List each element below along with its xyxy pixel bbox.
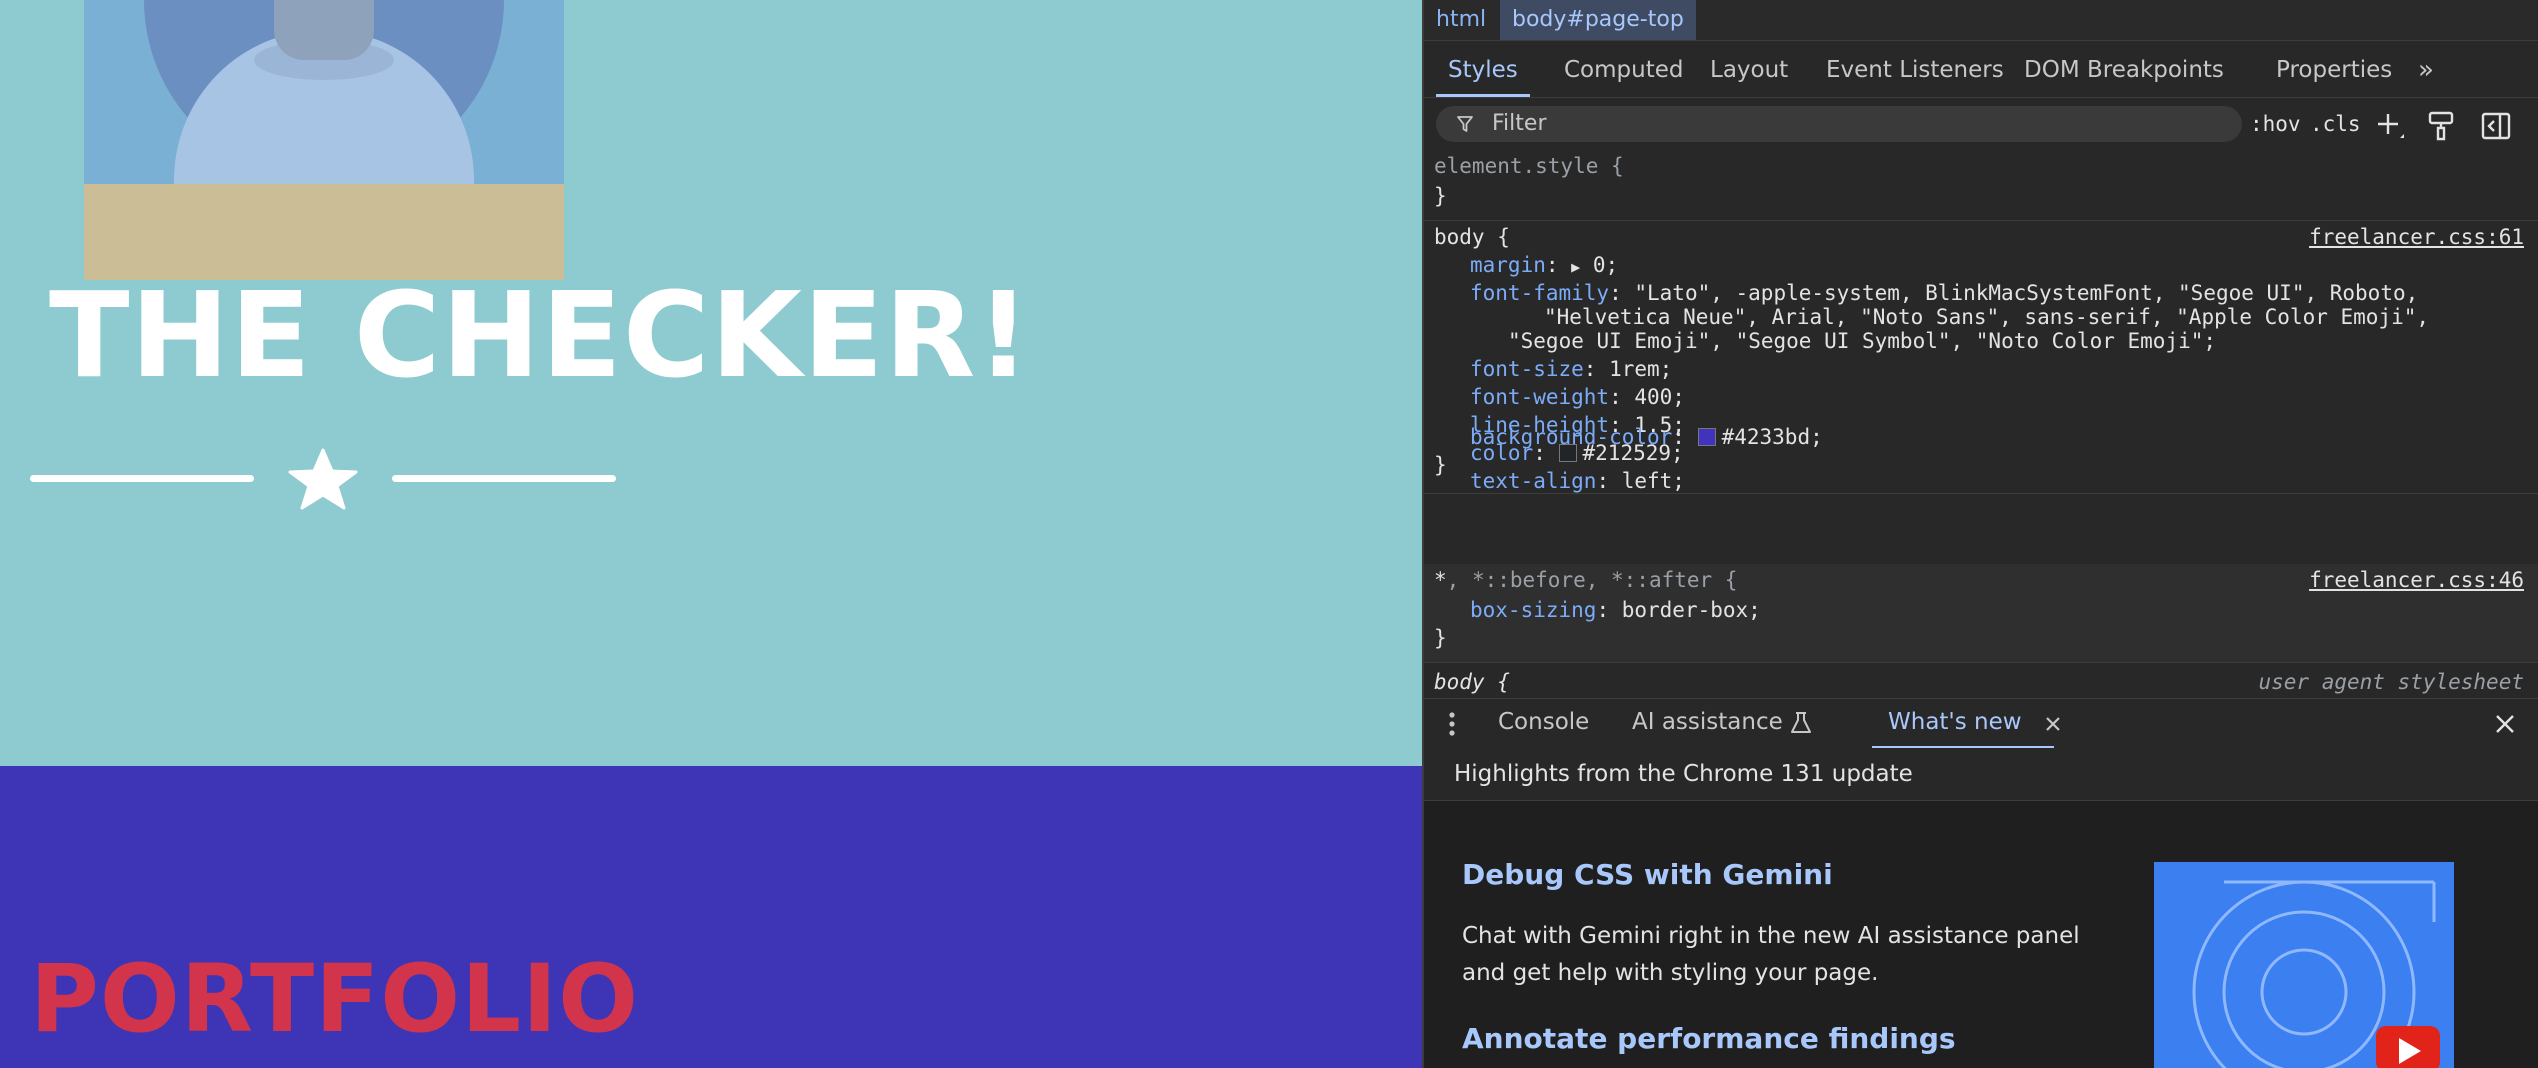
portfolio-title: PORTFOLIO	[30, 945, 639, 1054]
feature-heading[interactable]: Debug CSS with Gemini	[1462, 858, 1833, 891]
property-value-cont: "Segoe UI Emoji", "Segoe UI Symbol", "No…	[1508, 329, 2217, 353]
property-value[interactable]: left;	[1622, 469, 1685, 493]
divider-line-left	[30, 475, 254, 482]
tab-computed[interactable]: Computed	[1552, 45, 1695, 97]
styles-toolbar: Filter :hov .cls	[1424, 98, 2538, 150]
rule-close-brace: }	[1434, 626, 1447, 650]
universal-rule[interactable]: *, *::before, *::after { freelancer.css:…	[1424, 564, 2538, 663]
property-name[interactable]: font-weight	[1470, 385, 1609, 409]
portfolio-section: PORTFOLIO	[0, 766, 1422, 1068]
star-icon	[288, 448, 358, 510]
rule-close-brace: }	[1434, 184, 1447, 208]
whats-new-header: Highlights from the Chrome 131 update	[1424, 748, 2538, 801]
tab-whats-new[interactable]: What's new	[1872, 699, 2054, 749]
rule-selector: *	[1434, 568, 1447, 592]
rule-close-brace: }	[1434, 453, 1447, 477]
whats-new-panel: Highlights from the Chrome 131 update De…	[1424, 748, 2538, 1068]
more-vertical-icon[interactable]	[1448, 711, 1456, 737]
property-name[interactable]: margin	[1470, 253, 1546, 277]
paint-brush-icon[interactable]	[2426, 108, 2456, 144]
property-value[interactable]: border-box;	[1622, 598, 1761, 622]
cls-button[interactable]: .cls	[2310, 106, 2361, 142]
property-name[interactable]: box-sizing	[1470, 598, 1596, 622]
rule-source: user agent stylesheet	[2258, 670, 2524, 694]
ua-body-rule[interactable]: body { user agent stylesheet	[1424, 662, 2538, 698]
flask-icon	[1791, 712, 1811, 733]
chevron-double-right-icon[interactable]: »	[2418, 45, 2434, 97]
triangle-right-icon[interactable]: ▶	[1571, 258, 1580, 276]
page-viewport: I THE CHECKER! PORTFOLIO	[0, 0, 1422, 1068]
avatar-image	[84, 0, 564, 280]
hov-button[interactable]: :hov	[2250, 106, 2301, 142]
breadcrumb-body[interactable]: body#page-top	[1500, 0, 1696, 40]
close-drawer-icon[interactable]	[2494, 713, 2516, 735]
feature-heading[interactable]: Annotate performance findings	[1462, 1022, 1956, 1055]
property-name[interactable]: background-color	[1470, 425, 1672, 449]
tab-ai-assistance[interactable]: AI assistance	[1632, 699, 1783, 749]
filter-input[interactable]: Filter	[1436, 106, 2242, 142]
breadcrumb-html[interactable]: html	[1424, 0, 1498, 40]
breadcrumb: html body#page-top	[1424, 0, 2538, 41]
tab-properties[interactable]: Properties	[2264, 45, 2404, 97]
rule-source-link[interactable]: freelancer.css:61	[2309, 223, 2524, 251]
tab-layout[interactable]: Layout	[1698, 45, 1800, 97]
property-name[interactable]: font-family	[1470, 281, 1609, 305]
whats-new-header-text: Highlights from the Chrome 131 update	[1454, 761, 1913, 787]
property-value[interactable]: 1rem;	[1609, 357, 1672, 381]
hero-title: I THE CHECKER!	[0, 266, 1032, 404]
hero-section: I THE CHECKER!	[0, 0, 1422, 766]
avatar-neck	[274, 0, 374, 60]
rule-source-link[interactable]: freelancer.css:46	[2309, 566, 2524, 594]
sidebar-panel-tabs: Styles Computed Layout Event Listeners D…	[1424, 45, 2538, 98]
new-style-rule-icon[interactable]	[2374, 108, 2406, 144]
star-divider	[30, 448, 616, 510]
divider-line-right	[392, 475, 616, 482]
rule-selector-rest: , *::before, *::after {	[1446, 568, 1738, 592]
element-style-rule[interactable]: element.style { }	[1424, 150, 2538, 221]
styles-pane: element.style { } body { freelancer.css:…	[1424, 150, 2538, 698]
close-tab-icon[interactable]	[2044, 715, 2062, 733]
body-rule[interactable]: body { freelancer.css:61 margin: ▶ 0; fo…	[1424, 221, 2538, 494]
rule-selector: body {	[1434, 225, 1510, 249]
tab-styles[interactable]: Styles	[1436, 45, 1530, 97]
property-value[interactable]: 400;	[1634, 385, 1685, 409]
color-swatch[interactable]	[1697, 428, 1716, 446]
filter-placeholder: Filter	[1492, 111, 1547, 136]
rule-selector: element.style {	[1434, 154, 1624, 178]
tab-console[interactable]: Console	[1498, 699, 1589, 749]
property-name[interactable]: text-align	[1470, 469, 1596, 493]
feature-description: Chat with Gemini right in the new AI ass…	[1462, 923, 2080, 986]
tab-event-listeners[interactable]: Event Listeners	[1814, 45, 2016, 97]
property-name[interactable]: font-size	[1470, 357, 1584, 381]
tab-whats-new-label: What's new	[1888, 709, 2022, 735]
toggle-sidebar-icon[interactable]	[2480, 108, 2512, 144]
property-value[interactable]: "Lato", -apple-system, BlinkMacSystemFon…	[1634, 281, 2418, 305]
tab-dom-breakpoints[interactable]: DOM Breakpoints	[2012, 45, 2236, 97]
property-value[interactable]: 0;	[1593, 253, 1618, 277]
drawer-tabs: Console AI assistance What's new	[1424, 698, 2538, 750]
devtools-panel: html body#page-top Styles Computed Layou…	[1422, 0, 2538, 1068]
rule-selector: body {	[1434, 670, 1510, 694]
chrome-logo-illustration	[2154, 862, 2454, 1068]
filter-icon	[1457, 116, 1473, 132]
property-value[interactable]: #4233bd;	[1722, 425, 1823, 449]
feature-video-thumbnail[interactable]	[2154, 862, 2454, 1068]
